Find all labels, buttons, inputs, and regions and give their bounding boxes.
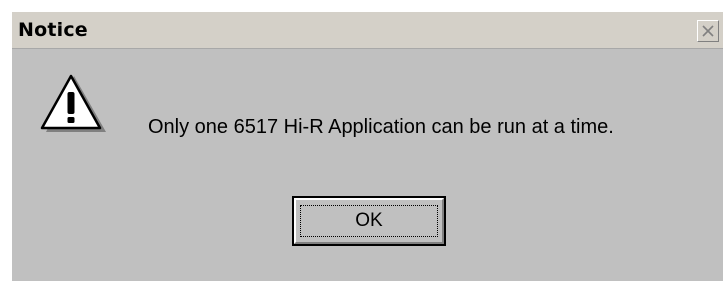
ok-button[interactable]: OK [292,196,446,246]
title-bar[interactable]: Notice [12,12,723,49]
notice-message: Only one 6517 Hi-R Application can be ru… [148,116,614,138]
ok-button-label: OK [355,210,383,231]
close-icon [702,25,714,37]
close-button[interactable] [697,20,719,42]
warning-icon [40,74,106,132]
notice-dialog: Notice Only one 6517 Hi-R Application ca… [10,10,723,281]
dialog-title: Notice [18,19,88,41]
